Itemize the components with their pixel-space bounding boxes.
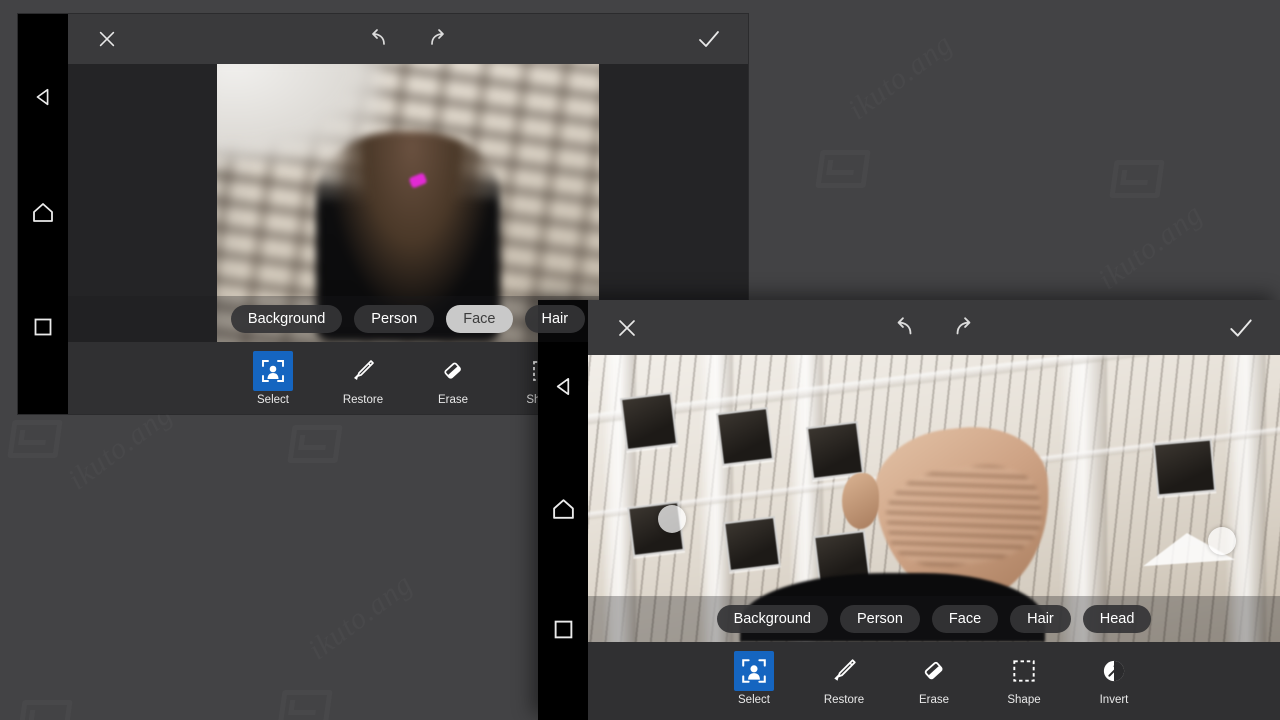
tool-select[interactable]: Select: [245, 351, 301, 407]
chip-hair[interactable]: Hair: [1010, 604, 1071, 633]
photo-ear: [842, 473, 880, 530]
app-area-front: Background Person Face Hair Head Select: [588, 300, 1280, 720]
dashed-square-icon: [1004, 651, 1044, 691]
tool-erase-label: Erase: [918, 694, 950, 706]
watermark-logo: [1109, 160, 1164, 198]
tool-invert-label: Invert: [1099, 694, 1129, 706]
selection-handle-left[interactable]: [658, 505, 686, 533]
chip-person[interactable]: Person: [839, 604, 920, 633]
photo-face-layer: [370, 111, 450, 172]
close-icon[interactable]: [90, 22, 124, 56]
brush-icon: [824, 651, 864, 691]
selection-handle-right[interactable]: [1208, 527, 1236, 555]
android-nav-rail: [18, 14, 68, 414]
tool-restore-label: Restore: [823, 694, 865, 706]
tool-restore[interactable]: Restore: [335, 351, 391, 407]
tool-select[interactable]: Select: [726, 651, 782, 707]
invert-circle-icon: [1094, 651, 1134, 691]
nav-recents-icon[interactable]: [33, 317, 53, 342]
chip-background[interactable]: Background: [230, 304, 343, 333]
tool-select-label: Select: [738, 694, 770, 706]
top-action-bar-back: [68, 14, 748, 64]
watermark-logo: [287, 425, 342, 463]
watermark-logo: [277, 690, 332, 720]
building-window: [619, 392, 679, 451]
tool-erase[interactable]: Erase: [906, 651, 962, 707]
undo-redo-group: [361, 22, 455, 56]
watermark-logo: [17, 700, 72, 720]
nav-recents-icon[interactable]: [553, 619, 574, 645]
eraser-icon: [433, 351, 473, 391]
tool-invert[interactable]: Invert: [1086, 651, 1142, 707]
tool-shape-label: Shape: [1007, 694, 1041, 706]
person-focus-icon: [734, 651, 774, 691]
nav-back-icon[interactable]: [32, 86, 54, 113]
watermark-text: ikuto.ang: [1092, 197, 1209, 297]
eraser-icon: [914, 651, 954, 691]
android-nav-rail: [538, 300, 588, 720]
close-icon[interactable]: [610, 311, 644, 345]
person-focus-icon: [253, 351, 293, 391]
undo-icon[interactable]: [361, 22, 395, 56]
chip-head[interactable]: Head: [1082, 604, 1152, 633]
segment-chips-front: Background Person Face Hair Head: [588, 595, 1280, 642]
chip-hair[interactable]: Hair: [524, 304, 586, 333]
building-window: [1153, 438, 1217, 497]
tool-restore-label: Restore: [342, 394, 384, 406]
building-window: [716, 406, 775, 466]
tool-erase[interactable]: Erase: [425, 351, 481, 407]
undo-redo-group: [887, 311, 981, 345]
nav-back-icon[interactable]: [552, 375, 575, 403]
nav-home-icon[interactable]: [31, 201, 55, 228]
chip-background[interactable]: Background: [716, 604, 828, 633]
undo-icon[interactable]: [887, 311, 921, 345]
top-action-bar-front: [588, 300, 1280, 355]
redo-icon[interactable]: [947, 311, 981, 345]
watermark-logo: [7, 420, 62, 458]
watermark-text: ikuto.ang: [842, 27, 959, 127]
nav-home-icon[interactable]: [551, 497, 576, 525]
confirm-check-icon[interactable]: [692, 22, 726, 56]
tool-bar-front: Select Restore Erase Shape Invert: [588, 642, 1280, 720]
tool-restore[interactable]: Restore: [816, 651, 872, 707]
chip-face[interactable]: Face: [446, 304, 513, 333]
tool-shape[interactable]: Shape: [996, 651, 1052, 707]
chip-face[interactable]: Face: [931, 604, 999, 633]
watermark-text: ikuto.ang: [302, 567, 419, 667]
redo-icon[interactable]: [421, 22, 455, 56]
tool-erase-label: Erase: [437, 394, 469, 406]
watermark-logo: [815, 150, 870, 188]
photo-canvas-front[interactable]: Background Person Face Hair Head: [588, 355, 1280, 642]
screenshot-window-front: Background Person Face Hair Head Select: [538, 300, 1280, 720]
building-window: [723, 515, 782, 572]
brush-icon: [343, 351, 383, 391]
confirm-check-icon[interactable]: [1224, 311, 1258, 345]
tool-select-label: Select: [257, 394, 289, 406]
chip-person[interactable]: Person: [354, 304, 435, 333]
